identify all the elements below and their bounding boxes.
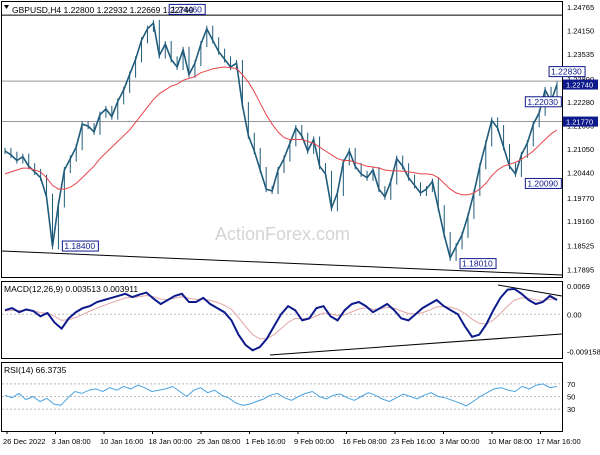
price-y-tick-label: 1.23535 xyxy=(567,50,594,59)
x-tick-label: 16 Feb 08:00 xyxy=(343,437,387,446)
macd-y-tick-label: 0.00 xyxy=(567,310,582,319)
price-annotation-label: 1.18010 xyxy=(462,259,493,269)
price-y-tick-label: 1.18525 xyxy=(567,241,594,250)
price-annotation-label: 1.18400 xyxy=(64,241,95,251)
x-axis-labels: 26 Dec 2022 3 Jan 08:00 10 Jan 16:00 18 Jan… xyxy=(3,431,581,446)
x-tick-label: 3 Mar 00:00 xyxy=(440,437,480,446)
rsi-title: RSI(14) 66.3735 xyxy=(4,365,67,375)
price-y-tick-label: 1.24150 xyxy=(567,27,594,36)
macd-y-tick-label: -0.009158 xyxy=(567,348,600,357)
x-tick-label: 9 Feb 00:00 xyxy=(294,437,334,446)
x-tick-label: 26 Dec 2022 xyxy=(3,437,46,446)
x-tick-label: 10 Mar 08:00 xyxy=(488,437,532,446)
price-tag-label: 1.21770 xyxy=(566,118,593,127)
x-tick-label: 18 Jan 00:00 xyxy=(149,437,192,446)
price-annotation-label: 1.20090 xyxy=(527,178,558,188)
forex-chart: 1.24460 1.18400 1.22030 1.22830 1.20090 1.180… xyxy=(0,0,600,450)
x-tick-label: 10 Jan 16:00 xyxy=(100,437,143,446)
price-title: GBPUSD,H4 1.22800 1.22932 1.22669 1.2274… xyxy=(12,5,194,15)
price-y-tick-label: 1.19160 xyxy=(567,217,594,226)
price-tag-label: 1.22740 xyxy=(566,81,593,90)
y-axis-labels: 1.247651.241501.235351.228901.222801.216… xyxy=(563,3,600,414)
price-y-tick-label: 1.17895 xyxy=(567,265,594,274)
x-tick-label: 17 Mar 16:00 xyxy=(537,437,581,446)
macd-title: MACD(12,26,9) 0.003513 0.003911 xyxy=(4,284,138,294)
x-tick-label: 3 Jan 08:00 xyxy=(52,437,91,446)
x-tick-label: 1 Feb 16:00 xyxy=(246,437,286,446)
price-annotation-label: 1.22030 xyxy=(527,97,558,107)
rsi-y-tick-label: 30 xyxy=(567,405,575,414)
x-tick-label: 23 Feb 16:00 xyxy=(391,437,435,446)
price-y-tick-label: 1.21050 xyxy=(567,145,594,154)
x-tick-label: 25 Jan 08:00 xyxy=(197,437,240,446)
price-y-tick-label: 1.19770 xyxy=(567,194,594,203)
price-y-tick-label: 1.20440 xyxy=(567,168,594,177)
rsi-y-tick-label: 70 xyxy=(567,380,575,389)
chart-svg: 1.244601.184001.220301.228301.200901.180… xyxy=(1,1,600,446)
price-y-tick-label: 1.22280 xyxy=(567,98,594,107)
rsi-y-tick-label: 50 xyxy=(567,393,575,402)
watermark-text: ActionForex.com xyxy=(215,224,350,244)
macd-y-tick-label: 0.0069 xyxy=(567,282,590,291)
price-y-tick-label: 1.24765 xyxy=(567,3,594,12)
